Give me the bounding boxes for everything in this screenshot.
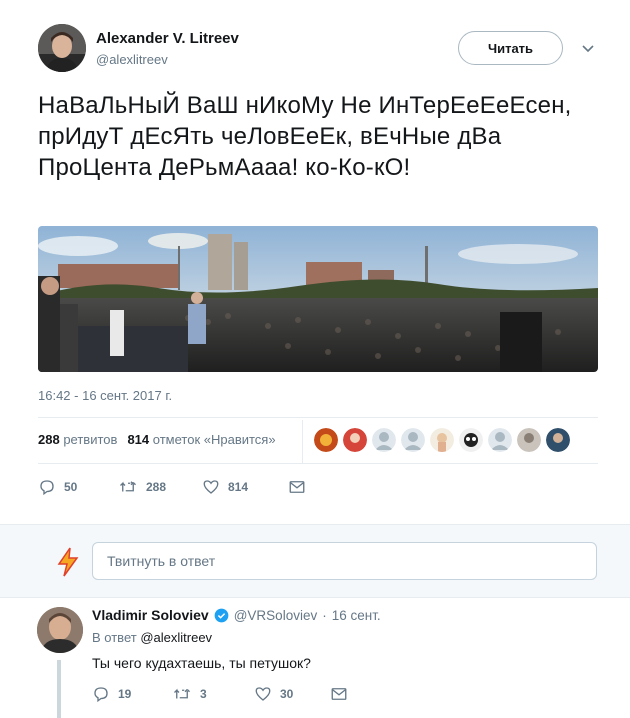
tweet-actions: 50 288 814 bbox=[38, 478, 314, 496]
liker-avatar[interactable] bbox=[546, 428, 570, 452]
likes-label: отметок «Нравится» bbox=[152, 432, 276, 447]
reply-input[interactable]: Твитнуть в ответ bbox=[92, 542, 597, 580]
reply-count: 50 bbox=[64, 480, 78, 494]
divider bbox=[302, 420, 303, 464]
thread-line bbox=[57, 660, 61, 718]
like-button[interactable]: 30 bbox=[254, 685, 330, 703]
retweets-count: 288 bbox=[38, 432, 60, 447]
reply-button[interactable]: 19 bbox=[92, 685, 172, 703]
liker-avatar[interactable] bbox=[372, 428, 396, 452]
liker-avatar[interactable] bbox=[314, 428, 338, 452]
lightning-avatar-icon bbox=[56, 547, 80, 577]
tweet-timestamp[interactable]: 16:42 - 16 сент. 2017 г. bbox=[38, 388, 172, 403]
retweets-stat[interactable]: 288 ретвитов bbox=[38, 432, 117, 447]
reply-author-avatar[interactable] bbox=[37, 607, 83, 653]
retweet-button[interactable]: 288 bbox=[118, 478, 202, 496]
like-count: 814 bbox=[228, 480, 249, 494]
likes-stat[interactable]: 814 отметок «Нравится» bbox=[127, 432, 275, 447]
heart-icon bbox=[255, 687, 271, 701]
replying-to: В ответ @alexlitreev bbox=[92, 630, 212, 645]
reply-icon bbox=[40, 480, 54, 496]
replying-to-handle[interactable]: @alexlitreev bbox=[140, 630, 212, 645]
reply-button[interactable]: 50 bbox=[38, 478, 118, 496]
liker-avatar[interactable] bbox=[343, 428, 367, 452]
liker-avatar[interactable] bbox=[430, 428, 454, 452]
like-count: 30 bbox=[280, 687, 294, 701]
reply-date[interactable]: 16 сент. bbox=[332, 608, 381, 623]
direct-message-button[interactable] bbox=[330, 685, 356, 703]
likes-count: 814 bbox=[127, 432, 150, 447]
reply-header: Vladimir Soloviev @VRSoloviev · 16 сент. bbox=[92, 607, 381, 623]
tweet-stats: 288 ретвитов 814 отметок «Нравится» bbox=[38, 432, 276, 447]
liker-avatar[interactable] bbox=[459, 428, 483, 452]
divider bbox=[38, 463, 598, 464]
verified-badge-icon bbox=[214, 608, 229, 622]
follow-button[interactable]: Читать bbox=[458, 31, 563, 65]
chevron-down-icon[interactable] bbox=[580, 40, 596, 56]
reply-actions: 19 3 30 bbox=[92, 685, 356, 703]
author-avatar[interactable] bbox=[38, 24, 86, 72]
divider bbox=[38, 417, 598, 418]
retweet-icon bbox=[174, 688, 190, 699]
tweet-text: НаВаЛьНыЙ ВаШ нИкоМу Не ИнТерЕеЕеЕсен, п… bbox=[38, 92, 572, 181]
reply-author-name[interactable]: Vladimir Soloviev bbox=[92, 607, 209, 623]
separator-dot: · bbox=[322, 607, 327, 623]
heart-icon bbox=[203, 480, 219, 494]
like-button[interactable]: 814 bbox=[202, 478, 288, 496]
tweet-photo[interactable] bbox=[38, 226, 598, 372]
reply-count: 19 bbox=[118, 687, 132, 701]
replying-prefix: В ответ bbox=[92, 630, 137, 645]
retweet-count: 3 bbox=[200, 687, 207, 701]
retweet-button[interactable]: 3 bbox=[172, 685, 254, 703]
reply-composer: Твитнуть в ответ bbox=[0, 524, 630, 598]
liker-avatar[interactable] bbox=[401, 428, 425, 452]
reply-icon bbox=[94, 687, 108, 703]
liker-avatar[interactable] bbox=[488, 428, 512, 452]
author-handle[interactable]: @alexlitreev bbox=[96, 52, 168, 67]
retweet-icon bbox=[120, 481, 136, 492]
envelope-icon bbox=[331, 688, 347, 700]
liker-avatars bbox=[314, 428, 570, 452]
retweets-label: ретвитов bbox=[63, 432, 118, 447]
liker-avatar[interactable] bbox=[517, 428, 541, 452]
direct-message-button[interactable] bbox=[288, 478, 314, 496]
author-name[interactable]: Alexander V. Litreev bbox=[96, 30, 239, 47]
reply-author-handle[interactable]: @VRSoloviev bbox=[234, 608, 318, 623]
reply-text: Ты чего кудахтаешь, ты петушок? bbox=[92, 655, 311, 671]
envelope-icon bbox=[289, 481, 305, 493]
retweet-count: 288 bbox=[146, 480, 167, 494]
